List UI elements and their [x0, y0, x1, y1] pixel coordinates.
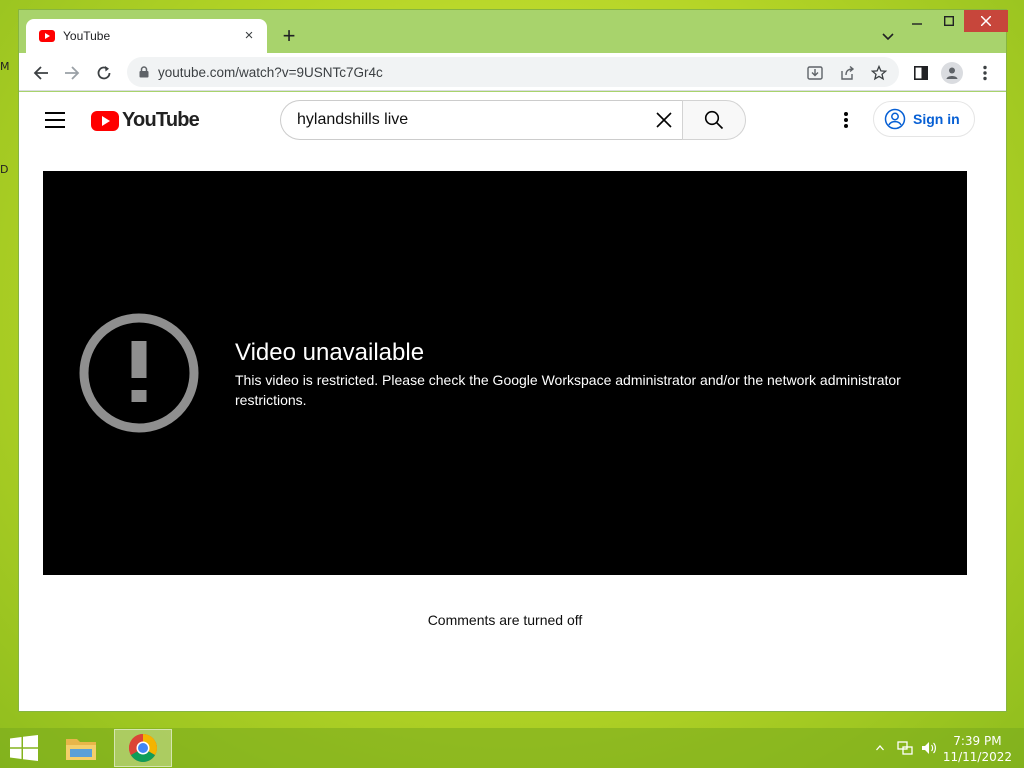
youtube-page: YouTube hylandshills live Sign in Video …	[19, 92, 1006, 711]
forward-arrow-icon[interactable]	[61, 62, 83, 84]
search-query: hylandshills live	[297, 111, 409, 128]
youtube-favicon-icon	[39, 30, 55, 42]
desktop-icon-label-d: D	[0, 163, 9, 176]
show-hidden-icons-chevron-icon[interactable]	[872, 728, 888, 768]
exclamation-circle-icon	[79, 313, 199, 433]
search-input[interactable]: hylandshills live	[280, 100, 684, 140]
install-app-icon[interactable]	[806, 64, 824, 82]
error-title: Video unavailable	[235, 339, 425, 366]
taskbar: 7:39 PM 11/11/2022	[0, 728, 1024, 768]
browser-menu-icon[interactable]	[974, 62, 996, 84]
search-button[interactable]	[682, 100, 746, 140]
network-icon[interactable]	[894, 728, 916, 768]
bookmark-star-icon[interactable]	[870, 64, 888, 82]
start-button[interactable]	[0, 728, 48, 768]
comments-status: Comments are turned off	[427, 612, 583, 628]
maximize-button[interactable]	[934, 10, 964, 32]
guide-menu-icon[interactable]	[45, 112, 65, 128]
system-clock[interactable]: 7:39 PM 11/11/2022	[943, 733, 1012, 765]
error-message: This video is restricted. Please check t…	[235, 372, 901, 408]
close-window-button[interactable]	[964, 10, 1008, 32]
reload-icon[interactable]	[93, 62, 115, 84]
back-arrow-icon[interactable]	[30, 62, 52, 84]
file-explorer-taskbar-button[interactable]	[52, 729, 110, 767]
chrome-taskbar-button[interactable]	[114, 729, 172, 767]
browser-toolbar: youtube.com/watch?v=9USNTc7Gr4c	[19, 53, 1006, 91]
volume-icon[interactable]	[918, 728, 940, 768]
youtube-logo[interactable]: YouTube	[91, 109, 200, 132]
side-panel-icon[interactable]	[910, 62, 932, 84]
tab-strip: YouTube × +	[19, 10, 1008, 53]
youtube-play-icon	[91, 110, 119, 131]
chrome-icon	[129, 734, 157, 762]
share-icon[interactable]	[838, 64, 856, 82]
video-player[interactable]: Video unavailable This video is restrict…	[43, 171, 967, 575]
youtube-header: YouTube hylandshills live Sign in	[19, 92, 1006, 148]
account-circle-icon	[884, 108, 906, 130]
url-text: youtube.com/watch?v=9USNTc7Gr4c	[158, 64, 383, 80]
search-icon	[704, 110, 724, 130]
windows-logo-icon	[10, 735, 38, 761]
folder-icon	[66, 739, 96, 760]
browser-tab[interactable]: YouTube ×	[26, 19, 267, 53]
tab-search-chevron-icon[interactable]	[882, 28, 894, 46]
clock-time: 7:39 PM	[953, 734, 1002, 748]
tab-close-icon[interactable]: ×	[241, 28, 257, 44]
lock-icon[interactable]	[139, 66, 149, 78]
address-bar[interactable]: youtube.com/watch?v=9USNTc7Gr4c	[127, 57, 899, 87]
youtube-logo-text: YouTube	[122, 109, 200, 131]
clock-date: 11/11/2022	[942, 750, 1012, 764]
desktop-icon-label-m: M	[0, 60, 10, 73]
settings-more-icon[interactable]	[836, 110, 856, 130]
sign-in-label: Sign in	[913, 111, 960, 127]
minimize-button[interactable]	[902, 10, 932, 32]
clear-search-icon[interactable]	[644, 100, 684, 140]
browser-window: YouTube × + youtube.com/watch?v=9USNTc7G…	[18, 9, 1008, 712]
tab-title: YouTube	[63, 29, 111, 43]
new-tab-button[interactable]: +	[277, 24, 301, 48]
profile-avatar-icon[interactable]	[941, 62, 963, 84]
sign-in-button[interactable]: Sign in	[873, 101, 975, 137]
